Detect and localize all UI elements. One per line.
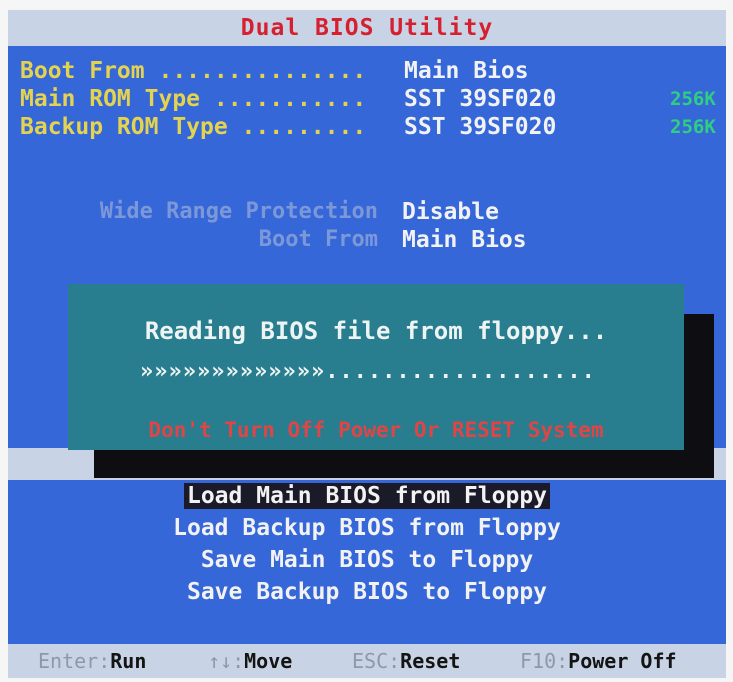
- menu-item-label: Load Backup BIOS from Floppy: [173, 515, 561, 541]
- bios-screen: Dual BIOS Utility Boot From ............…: [8, 10, 726, 678]
- status-item-move[interactable]: ↑↓:Move: [208, 644, 292, 678]
- menu-item-load-backup-bios[interactable]: Load Backup BIOS from Floppy: [8, 512, 726, 544]
- setting-label-boot-from: Boot From: [258, 227, 378, 252]
- setting-value-boot-from[interactable]: Main Bios: [402, 226, 527, 254]
- status-action: Run: [110, 649, 147, 673]
- info-label: Main ROM Type ...........: [20, 86, 367, 112]
- status-key: ESC: [352, 649, 389, 673]
- dialog-message: Reading BIOS file from floppy...: [144, 317, 608, 345]
- menu-item-label: Load Main BIOS from Floppy: [183, 483, 551, 509]
- info-label: Boot From ...............: [20, 58, 367, 84]
- menu-item-save-main-bios[interactable]: Save Main BIOS to Floppy: [8, 544, 726, 576]
- info-value: SST 39SF020: [404, 86, 557, 112]
- status-action: Reset: [400, 649, 461, 673]
- status-key: Enter: [38, 649, 99, 673]
- status-item-f10[interactable]: F10:Power Off: [520, 644, 677, 678]
- status-item-enter[interactable]: Enter:Run: [38, 644, 146, 678]
- status-item-esc[interactable]: ESC:Reset: [352, 644, 460, 678]
- setting-value-wide-range-protection[interactable]: Disable: [402, 198, 499, 226]
- info-label: Backup ROM Type .........: [20, 114, 367, 140]
- menu-item-load-main-bios[interactable]: Load Main BIOS from Floppy: [8, 480, 726, 512]
- app-title: Dual BIOS Utility: [240, 15, 494, 41]
- status-action: Move: [244, 649, 293, 673]
- progress-remaining: ...................: [325, 359, 596, 384]
- menu-item-label: Save Backup BIOS to Floppy: [186, 579, 548, 605]
- rom-size: 256K: [670, 116, 716, 138]
- menu-item-label: Save Main BIOS to Floppy: [200, 547, 534, 573]
- title-bar: Dual BIOS Utility: [8, 10, 726, 46]
- status-key: F10: [520, 649, 557, 673]
- status-action: Power Off: [568, 649, 677, 673]
- progress-dialog: Reading BIOS file from floppy... »»»»»»»…: [68, 284, 684, 450]
- setting-label-wide-range-protection: Wide Range Protection: [99, 199, 378, 224]
- info-value: Main Bios: [404, 58, 529, 84]
- menu-item-save-backup-bios[interactable]: Save Backup BIOS to Floppy: [8, 576, 726, 608]
- progress-bar: »»»»»»»»»»»»»...................: [140, 358, 596, 386]
- info-value: SST 39SF020: [404, 114, 557, 140]
- arrow-keys-icon: ↑↓: [208, 649, 233, 673]
- rom-size: 256K: [670, 88, 716, 110]
- status-bar: Enter:Run ↑↓:Move ESC:Reset F10:Power Of…: [8, 644, 726, 678]
- warning-message: Don't Turn Off Power Or RESET System: [148, 418, 604, 442]
- progress-completed: »»»»»»»»»»»»»: [140, 359, 326, 384]
